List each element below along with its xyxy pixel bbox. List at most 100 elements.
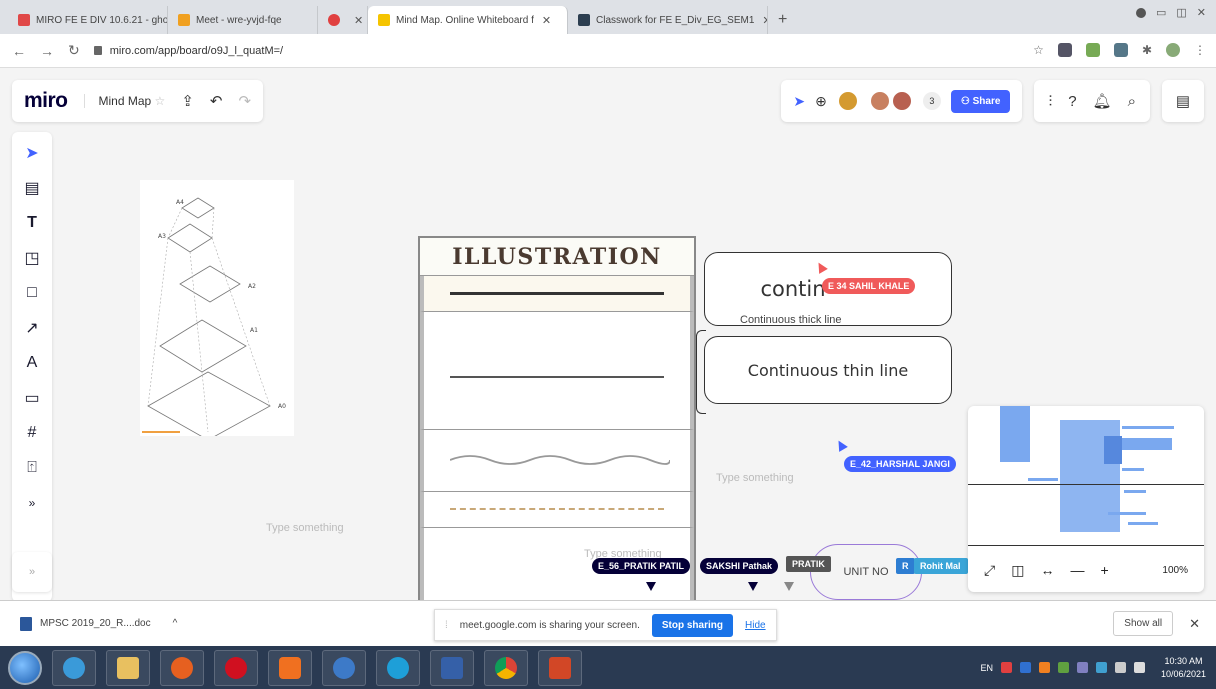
back-icon[interactable]: ←: [12, 43, 26, 59]
star-icon[interactable]: ☆: [155, 94, 166, 108]
placeholder-text[interactable]: Type something: [266, 522, 344, 534]
extension-icon[interactable]: [1113, 43, 1128, 57]
reload-icon[interactable]: ↻: [68, 42, 80, 59]
help-icon[interactable]: ?: [1068, 93, 1076, 110]
zoom-level[interactable]: 100%: [1162, 565, 1188, 576]
zoom-in-icon[interactable]: +: [1100, 562, 1108, 578]
export-icon[interactable]: ⇪: [181, 92, 194, 110]
close-tab-icon[interactable]: ✕: [354, 14, 363, 27]
more-tools-icon[interactable]: »: [29, 492, 36, 514]
avatar[interactable]: [868, 90, 891, 112]
notifications-icon[interactable]: 🔔︎: [1093, 92, 1112, 110]
profile-avatar-icon[interactable]: [1166, 43, 1180, 57]
extensions-puzzle-icon[interactable]: ✱: [1142, 43, 1152, 57]
taskbar-opera[interactable]: [214, 649, 258, 686]
board-menu-icon[interactable]: ▤: [1162, 80, 1204, 122]
undo-icon[interactable]: ↶: [210, 92, 223, 110]
text-icon[interactable]: T: [27, 212, 37, 234]
clock[interactable]: 10:30 AM 10/06/2021: [1161, 655, 1206, 681]
select-icon[interactable]: ➤: [25, 142, 38, 164]
menu-icon[interactable]: ⋮: [1194, 43, 1206, 57]
tray-app-icon[interactable]: [1019, 662, 1031, 673]
minimize-icon[interactable]: ▭: [1156, 6, 1166, 19]
volume-icon[interactable]: [1133, 662, 1145, 673]
redo-icon[interactable]: ↷: [238, 92, 251, 110]
lock-icon: [93, 46, 102, 55]
map-icon[interactable]: ◫: [1011, 562, 1024, 579]
zoom-out-icon[interactable]: —: [1070, 562, 1084, 578]
avatar[interactable]: [836, 90, 859, 112]
expand-panel-icon[interactable]: »: [12, 552, 52, 592]
new-tab-button[interactable]: +: [768, 6, 797, 34]
selection-bracket: [696, 330, 706, 414]
extension-icon[interactable]: [1085, 43, 1100, 57]
hide-link[interactable]: Hide: [745, 620, 766, 631]
avatar-count[interactable]: 3: [922, 92, 941, 110]
avatar[interactable]: [890, 90, 913, 112]
tray-app-icon[interactable]: [1000, 662, 1012, 673]
tray-app-icon[interactable]: [1095, 662, 1107, 673]
shape-icon[interactable]: □: [27, 282, 37, 304]
taskbar-explorer[interactable]: [106, 649, 150, 686]
template-icon[interactable]: ▤: [24, 177, 39, 199]
board-name[interactable]: Mind Map ☆: [83, 94, 166, 108]
browser-tab[interactable]: MIRO FE E DIV 10.6.21 - ghogare ✕: [8, 6, 168, 34]
maximize-icon[interactable]: ◫: [1176, 6, 1186, 19]
taskbar-powerpoint[interactable]: [538, 649, 582, 686]
fullscreen-icon[interactable]: ⤢: [984, 562, 995, 579]
show-all-button[interactable]: Show all: [1113, 611, 1174, 636]
fit-width-icon[interactable]: ↔: [1040, 562, 1054, 578]
download-item[interactable]: MPSC 2019_20_R....doc ^: [20, 616, 178, 631]
minimap[interactable]: ⤢ ◫ ↔ — + 100%: [968, 406, 1204, 592]
frame-icon[interactable]: #: [28, 422, 37, 444]
browser-tab[interactable]: Meet - wre-yvjd-fqe: [168, 6, 318, 34]
taskbar-ie[interactable]: [52, 649, 96, 686]
add-collaborator-icon[interactable]: ⊕: [815, 93, 827, 110]
cursor-tag: E_56_PRATIK PATIL: [592, 558, 691, 574]
reactions-icon[interactable]: ➤: [793, 93, 805, 110]
url-field[interactable]: miro.com/app/board/o9J_l_quatM=/: [93, 45, 283, 57]
settings-sliders-icon[interactable]: ⫶: [1048, 93, 1052, 110]
bookmark-star-icon[interactable]: ☆: [1033, 43, 1044, 57]
forward-icon[interactable]: →: [40, 43, 54, 59]
search-icon[interactable]: ⌕: [1128, 93, 1136, 110]
miro-canvas[interactable]: miro Mind Map ☆ ⇪ ↶ ↷ ➤ ⊕ 3 ⚇ Share ⫶ ? …: [0, 68, 1216, 600]
stop-sharing-button[interactable]: Stop sharing: [651, 613, 733, 637]
miro-icon: [378, 14, 390, 26]
close-tab-icon[interactable]: ✕: [542, 14, 551, 27]
close-download-bar-icon[interactable]: ✕: [1189, 616, 1200, 632]
browser-tab[interactable]: Classwork for FE E_Div_EG_SEM1 ✕: [568, 6, 768, 34]
connection-line-icon[interactable]: ↗: [25, 317, 38, 339]
tray-app-icon[interactable]: [1076, 662, 1088, 673]
sticky-note-icon[interactable]: ◳: [24, 247, 39, 269]
pen-icon[interactable]: A: [27, 352, 38, 374]
taskbar-firefox[interactable]: [160, 649, 204, 686]
isometric-drawing[interactable]: A4 A3 A2 A1 A0: [140, 180, 294, 441]
network-icon[interactable]: [1114, 662, 1126, 673]
tray-app-icon[interactable]: [1057, 662, 1069, 673]
close-window-icon[interactable]: ✕: [1197, 6, 1206, 19]
placeholder-text[interactable]: Type something: [716, 472, 794, 484]
miro-logo[interactable]: miro: [24, 89, 68, 113]
taskbar-edge[interactable]: [376, 649, 420, 686]
illustration-table[interactable]: ILLUSTRATION: [418, 236, 696, 600]
text-box-thin[interactable]: Continuous thin line: [704, 336, 952, 404]
comment-icon[interactable]: ▭: [24, 387, 39, 409]
extension-icon[interactable]: [1057, 43, 1072, 57]
taskbar-chrome[interactable]: [484, 649, 528, 686]
start-button[interactable]: [8, 650, 42, 685]
chevron-up-icon[interactable]: ^: [173, 618, 178, 629]
taskbar-app[interactable]: [322, 649, 366, 686]
upload-icon[interactable]: ⍐: [27, 457, 37, 479]
header-icons: ⫶ ? 🔔︎ ⌕: [1034, 80, 1150, 122]
browser-tab[interactable]: ✕: [318, 6, 368, 34]
sharing-handle-icon[interactable]: ⁞: [445, 620, 448, 631]
minimap-viewport[interactable]: [968, 406, 1204, 546]
language-indicator[interactable]: EN: [980, 663, 993, 673]
profile-icon[interactable]: [1135, 7, 1146, 18]
taskbar-word[interactable]: [430, 649, 474, 686]
tray-app-icon[interactable]: [1038, 662, 1050, 673]
taskbar-media[interactable]: [268, 649, 312, 686]
browser-tab-active[interactable]: Mind Map. Online Whiteboard f ✕: [368, 6, 568, 34]
share-button[interactable]: ⚇ Share: [950, 89, 1011, 113]
